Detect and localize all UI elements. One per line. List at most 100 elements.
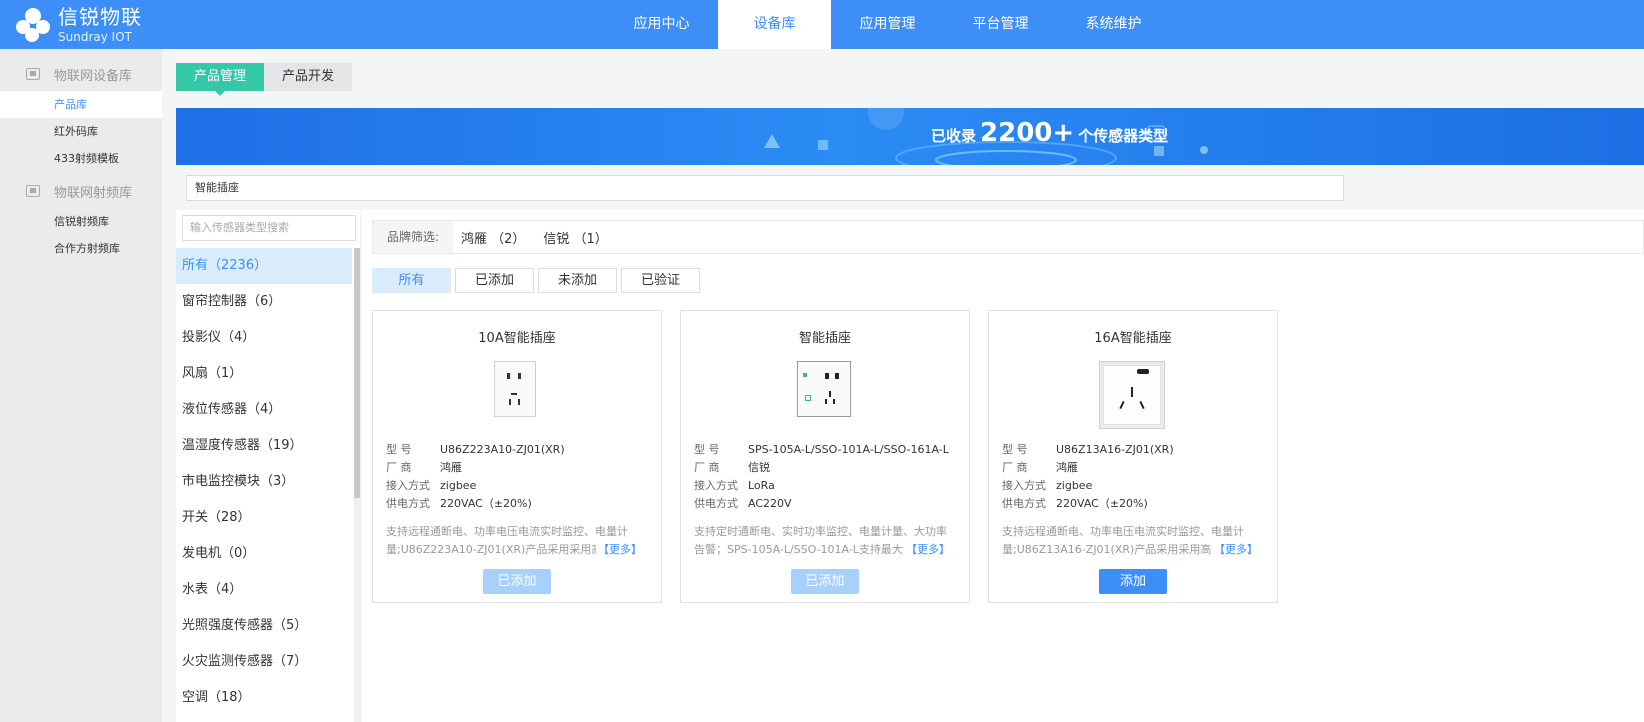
filter-verified[interactable]: 已验证: [621, 268, 700, 293]
spec-power-label: 供电方式: [386, 497, 430, 510]
category-item[interactable]: 开关（28）: [176, 500, 352, 536]
product-description: 支持远程通断电、功率电压电流实时监控、电量计量;U86Z223A10-ZJ01(…: [386, 523, 648, 559]
banner-count: 2200+: [980, 118, 1075, 148]
spec-access-label: 接入方式: [694, 479, 738, 492]
category-item[interactable]: 空调（18）: [176, 680, 352, 716]
category-scrollbar[interactable]: [354, 248, 360, 722]
product-area: 品牌筛选: 鸿雁 （2） 信锐 （1） 所有 已添加 未添加 已验证 10A智能…: [362, 210, 1644, 722]
added-button[interactable]: 已添加: [791, 569, 859, 594]
category-item[interactable]: 所有（2236）: [176, 248, 352, 284]
banner-decoration: [764, 108, 1208, 165]
more-link[interactable]: 【更多】: [1212, 541, 1258, 559]
category-item[interactable]: 投影仪（4）: [176, 320, 352, 356]
category-list: 所有（2236） 窗帘控制器（6） 投影仪（4） 风扇（1） 液位传感器（4） …: [176, 248, 352, 716]
product-search-input[interactable]: 智能插座: [186, 175, 1344, 201]
added-button[interactable]: 已添加: [483, 569, 551, 594]
tab-product-development[interactable]: 产品开发: [264, 63, 353, 91]
spec-access-label: 接入方式: [386, 479, 430, 492]
brand-filter-hongyan[interactable]: 鸿雁 （2）: [461, 228, 525, 247]
status-filter-group: 所有 已添加 未添加 已验证: [372, 268, 704, 293]
spec-model: SPS-105A-L/SSO-101A-L/SSO-161A-L: [748, 443, 949, 456]
spec-vendor-label: 厂 商: [1002, 461, 1028, 474]
banner: 已收录 2200+ 个传感器类型: [176, 108, 1644, 165]
sidebar-item-partner-rf-library[interactable]: 合作方射频库: [0, 235, 162, 262]
sidebar-group-label: 物联网射频库: [54, 185, 133, 201]
logo[interactable]: 信锐物联 Sundray IOT: [16, 4, 142, 46]
nav-platform-management[interactable]: 平台管理: [944, 0, 1057, 49]
sidebar-group-label: 物联网设备库: [54, 68, 133, 84]
category-search-input[interactable]: 输入传感器类型搜索: [182, 215, 356, 241]
scrollbar-thumb[interactable]: [354, 248, 360, 498]
spec-power: AC220V: [748, 497, 792, 510]
product-card: 16A智能插座 型 号 U86Z13A16-ZJ01(XR) 厂 商 鸿雁 接入方式…: [988, 310, 1278, 603]
spec-model: U86Z223A10-ZJ01(XR): [440, 443, 565, 456]
device-library-icon: [26, 68, 40, 80]
brand-name: 信锐物联: [58, 5, 142, 29]
spec-model-label: 型 号: [1002, 443, 1028, 456]
spec-power-label: 供电方式: [694, 497, 738, 510]
category-item[interactable]: 窗帘控制器（6）: [176, 284, 352, 320]
category-item[interactable]: 火灾监测传感器（7）: [176, 644, 352, 680]
category-item[interactable]: 温湿度传感器（19）: [176, 428, 352, 464]
sidebar-item-433-rf-template[interactable]: 433射频模板: [0, 145, 162, 172]
smart-socket-image: [494, 361, 542, 419]
spec-power: 220VAC（±20%): [1056, 497, 1148, 510]
sidebar-item-ir-code-library[interactable]: 红外码库: [0, 118, 162, 145]
product-card: 10A智能插座 型 号 U86Z223A10-ZJ01(XR) 厂 商 鸿雁 接入方…: [372, 310, 662, 603]
banner-prefix: 已收录: [931, 127, 977, 145]
spec-vendor: 鸿雁: [440, 461, 462, 474]
spec-vendor-label: 厂 商: [694, 461, 720, 474]
product-title: 10A智能插座: [478, 331, 556, 346]
filter-added[interactable]: 已添加: [455, 268, 534, 293]
spec-vendor: 鸿雁: [1056, 461, 1078, 474]
filter-not-added[interactable]: 未添加: [538, 268, 617, 293]
brand-filter-label: 品牌筛选:: [373, 221, 453, 253]
nav-device-library[interactable]: 设备库: [718, 0, 831, 49]
sidebar-item-product-library[interactable]: 产品库: [0, 91, 162, 118]
product-title: 智能插座: [798, 331, 851, 346]
spec-access: zigbee: [440, 479, 477, 492]
more-link[interactable]: 【更多】: [596, 541, 642, 559]
spec-access: zigbee: [1056, 479, 1093, 492]
nav-app-management[interactable]: 应用管理: [831, 0, 944, 49]
spec-access: LoRa: [748, 479, 775, 492]
product-specs: 型 号 U86Z13A16-ZJ01(XR) 厂 商 鸿雁 接入方式 zigbee 供…: [1002, 441, 1174, 513]
spec-vendor-label: 厂 商: [386, 461, 412, 474]
spec-power-label: 供电方式: [1002, 497, 1046, 510]
brand-filter-bar: 品牌筛选: 鸿雁 （2） 信锐 （1）: [372, 220, 1644, 254]
category-item[interactable]: 发电机（0）: [176, 536, 352, 572]
category-item[interactable]: 风扇（1）: [176, 356, 352, 392]
product-title: 16A智能插座: [1094, 331, 1172, 346]
top-bar: 信锐物联 Sundray IOT 应用中心 设备库 应用管理 平台管理 系统维护: [0, 0, 1644, 49]
category-item[interactable]: 市电监控模块（3）: [176, 464, 352, 500]
banner-suffix: 个传感器类型: [1078, 127, 1169, 145]
product-card: 智能插座 型 号 SPS-105A-L/SSO-101A-L/SSO-161A-L…: [680, 310, 970, 603]
rf-library-icon: [26, 185, 40, 197]
tab-bar: 产品管理 产品开发: [176, 63, 353, 96]
filter-all[interactable]: 所有: [372, 268, 451, 293]
main-content: 产品管理 产品开发 已收录 2200+ 个传感器类型 智能插座 输入传感器类型搜…: [162, 49, 1644, 722]
smart-socket-image: [797, 361, 853, 419]
add-button[interactable]: 添加: [1099, 569, 1167, 594]
nav-app-center[interactable]: 应用中心: [605, 0, 718, 49]
nav-system-maintenance[interactable]: 系统维护: [1057, 0, 1170, 49]
more-link[interactable]: 【更多】: [904, 541, 950, 559]
spec-model-label: 型 号: [386, 443, 412, 456]
product-specs: 型 号 U86Z223A10-ZJ01(XR) 厂 商鸿雁 接入方式 zigbee …: [386, 441, 565, 513]
product-description: 支持远程通断电、功率电压电流实时监控、电量计量;U86Z13A16-ZJ01(X…: [1002, 523, 1264, 559]
tab-product-management[interactable]: 产品管理: [176, 63, 265, 96]
category-item[interactable]: 光照强度传感器（5）: [176, 608, 352, 644]
brand-filter-sundray[interactable]: 信锐 （1）: [543, 228, 607, 247]
spec-access-label: 接入方式: [1002, 479, 1046, 492]
category-panel: 输入传感器类型搜索 所有（2236） 窗帘控制器（6） 投影仪（4） 风扇（1）…: [176, 210, 360, 722]
spec-vendor: 信锐: [748, 461, 770, 474]
category-item[interactable]: 水表（4）: [176, 572, 352, 608]
spec-model-label: 型 号: [694, 443, 720, 456]
main-nav: 应用中心 设备库 应用管理 平台管理 系统维护: [605, 0, 1170, 49]
category-item[interactable]: 液位传感器（4）: [176, 392, 352, 428]
sidebar-group-iot-rf-library[interactable]: 物联网射频库: [0, 174, 162, 208]
sidebar-item-sundray-rf-library[interactable]: 信锐射频库: [0, 208, 162, 235]
banner-headline: 已收录 2200+ 个传感器类型: [931, 118, 1168, 148]
smart-socket-image: [1099, 361, 1167, 431]
sidebar-group-iot-device-library[interactable]: 物联网设备库: [0, 57, 162, 91]
